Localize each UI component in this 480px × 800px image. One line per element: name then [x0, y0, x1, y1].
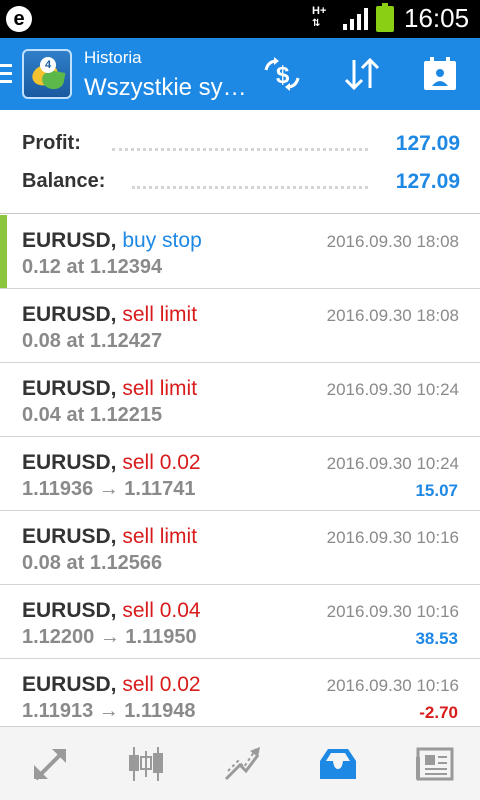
- nav-history[interactable]: [288, 727, 384, 800]
- order-row[interactable]: EURUSD, buy stop 0.12 at 1.12394 2016.09…: [0, 215, 480, 289]
- order-type: buy stop: [122, 229, 202, 252]
- symbol-filter-title[interactable]: Wszystkie sy…: [84, 74, 247, 102]
- sort-icon[interactable]: [342, 56, 382, 92]
- order-symbol: EURUSD,: [22, 451, 117, 474]
- profit-label: Profit:: [22, 132, 81, 154]
- quotes-icon: [34, 749, 66, 781]
- profit-value: 127.09: [395, 132, 460, 155]
- trade-icon: [224, 747, 260, 781]
- status-bar: e H+ ⇅ 16:05: [0, 0, 480, 38]
- order-time: 2016.09.30 10:16: [326, 602, 459, 621]
- order-type: sell 0.02: [122, 451, 201, 474]
- battery-icon: [376, 3, 394, 32]
- app-bar: 4 Historia Wszystkie sy… $: [0, 38, 480, 110]
- app-notification-icon: e: [6, 6, 32, 32]
- bottom-navigation: [0, 726, 480, 800]
- order-detail: 0.12 at 1.12394: [22, 256, 163, 278]
- order-row[interactable]: EURUSD, sell limit 0.08 at 1.12566 2016.…: [0, 511, 480, 585]
- order-type: sell limit: [122, 377, 198, 400]
- nav-chart[interactable]: [96, 727, 192, 800]
- order-symbol: EURUSD,: [22, 673, 117, 696]
- order-time: 2016.09.30 18:08: [326, 232, 459, 251]
- account-summary: Profit: 127.09 Balance: 127.09: [0, 110, 480, 214]
- order-detail: 0.04 at 1.12215: [22, 404, 163, 426]
- order-type: sell limit: [122, 303, 198, 326]
- order-symbol: EURUSD,: [22, 525, 117, 548]
- profit-row: Profit: 127.09: [22, 132, 460, 164]
- nav-trade[interactable]: [192, 727, 288, 800]
- order-row[interactable]: EURUSD, sell 0.04 1.12200 → 1.11950 2016…: [0, 585, 480, 659]
- balance-row: Balance: 127.09: [22, 170, 460, 202]
- order-time: 2016.09.30 18:08: [326, 306, 459, 325]
- clock: 16:05: [404, 3, 470, 33]
- menu-icon[interactable]: [0, 64, 12, 84]
- network-type: H+ ⇅: [312, 5, 327, 29]
- order-detail: 1.11936 → 1.11741: [22, 478, 196, 500]
- selected-indicator: [0, 215, 7, 288]
- balance-label: Balance:: [22, 170, 106, 192]
- nav-quotes[interactable]: [0, 727, 96, 800]
- order-symbol: EURUSD,: [22, 377, 117, 400]
- order-profit: 38.53: [415, 629, 458, 648]
- order-row[interactable]: EURUSD, sell 0.02 1.11936 → 1.11741 2016…: [0, 437, 480, 511]
- order-row[interactable]: EURUSD, sell 0.02 1.11913 → 1.11948 2016…: [0, 659, 480, 726]
- order-time: 2016.09.30 10:24: [326, 380, 459, 399]
- order-detail: 0.08 at 1.12566: [22, 552, 163, 574]
- news-icon: [416, 747, 454, 781]
- deposit-withdraw-icon[interactable]: $: [262, 56, 302, 92]
- leader-dots: [132, 186, 368, 189]
- signal-icon: [343, 8, 368, 30]
- chart-icon: [129, 747, 163, 781]
- order-symbol: EURUSD,: [22, 303, 117, 326]
- order-row[interactable]: EURUSD, sell limit 0.04 at 1.12215 2016.…: [0, 363, 480, 437]
- data-arrows-icon: ⇅: [312, 18, 321, 29]
- order-profit: -2.70: [419, 703, 458, 722]
- order-row[interactable]: EURUSD, sell limit 0.08 at 1.12427 2016.…: [0, 289, 480, 363]
- order-time: 2016.09.30 10:16: [326, 676, 459, 695]
- order-time: 2016.09.30 10:16: [326, 528, 459, 547]
- order-time: 2016.09.30 10:24: [326, 454, 459, 473]
- order-detail: 1.11913 → 1.11948: [22, 700, 196, 722]
- order-profit: 15.07: [415, 481, 458, 500]
- leader-dots: [112, 148, 368, 151]
- calendar-icon[interactable]: [420, 56, 460, 92]
- order-detail: 1.12200 → 1.11950: [22, 626, 197, 648]
- nav-news[interactable]: [384, 727, 480, 800]
- order-symbol: EURUSD,: [22, 229, 117, 252]
- history-icon: [320, 749, 356, 779]
- app-logo[interactable]: 4: [22, 49, 72, 99]
- header-subtitle: Historia: [84, 48, 142, 67]
- order-type: sell 0.04: [122, 599, 201, 622]
- order-type: sell 0.02: [122, 673, 201, 696]
- order-detail: 0.08 at 1.12427: [22, 330, 163, 352]
- order-symbol: EURUSD,: [22, 599, 117, 622]
- balance-value: 127.09: [395, 170, 460, 193]
- order-type: sell limit: [122, 525, 198, 548]
